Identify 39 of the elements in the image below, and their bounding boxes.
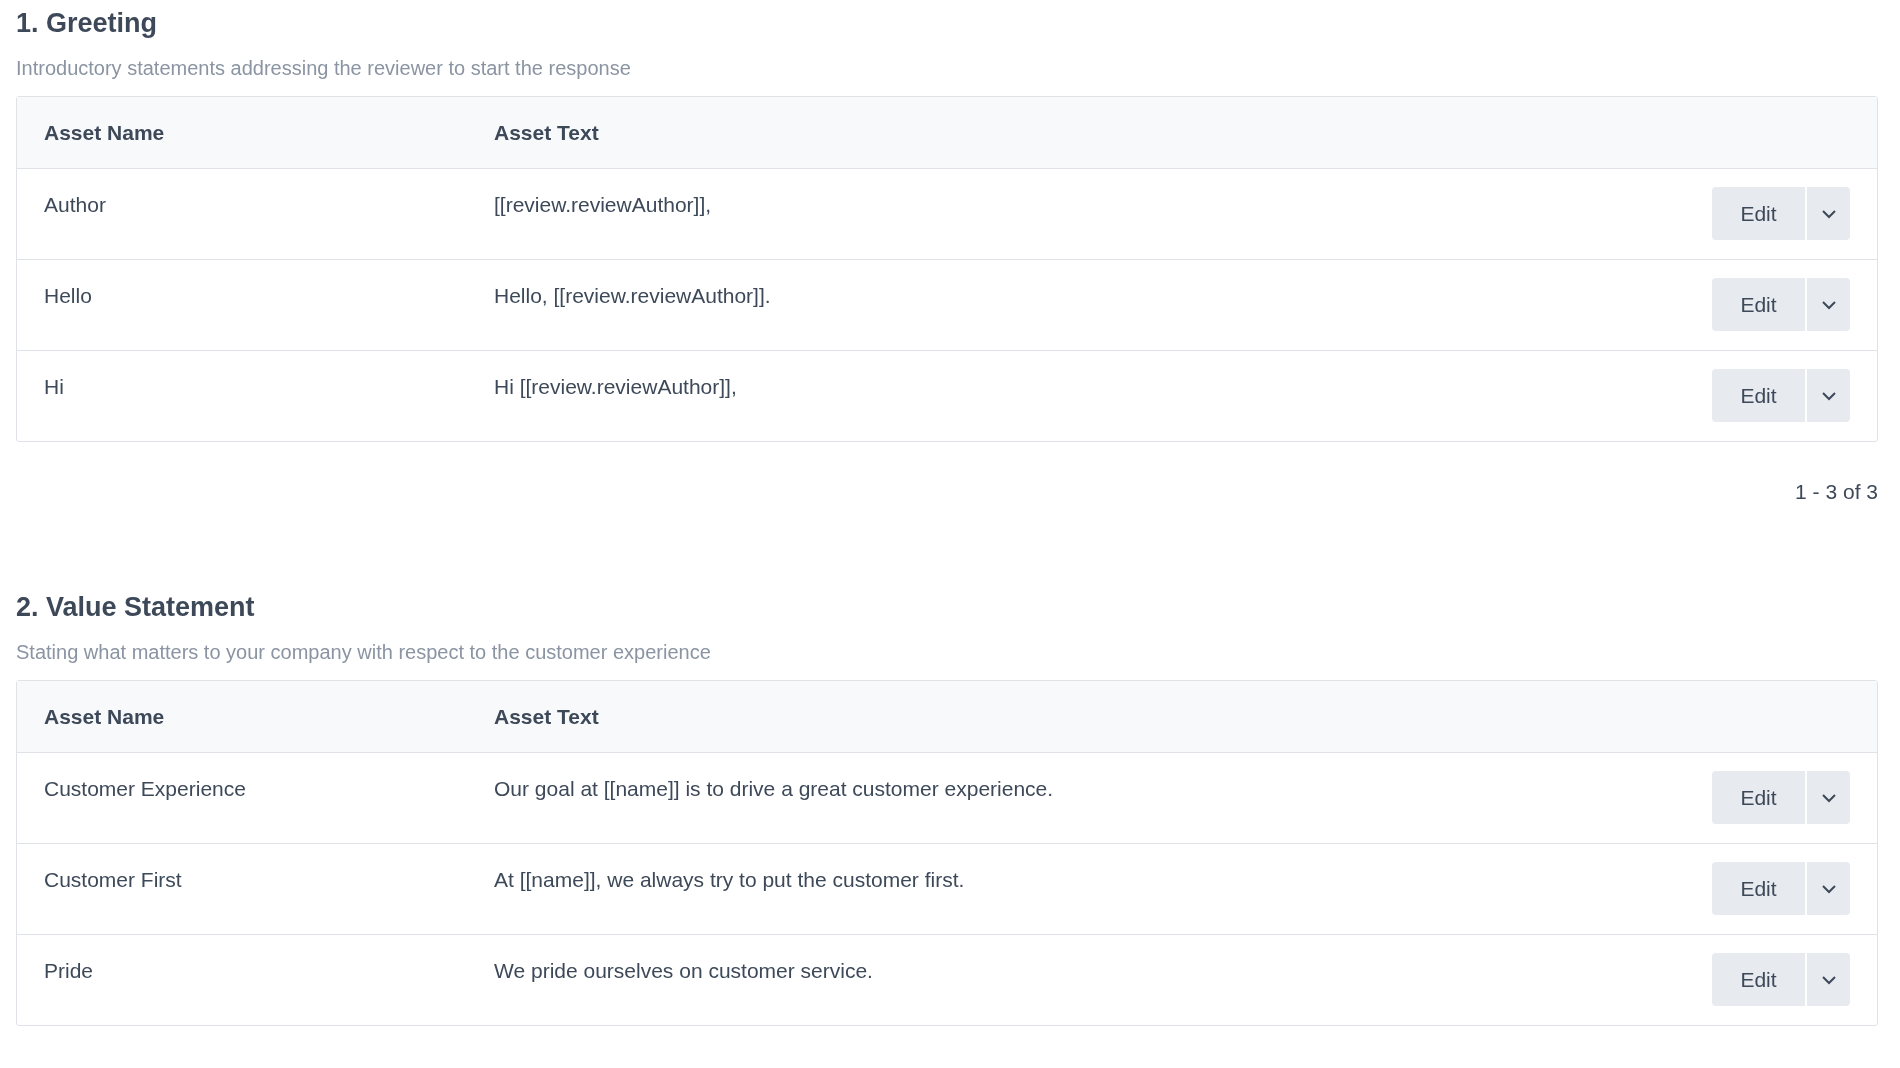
chevron-down-icon: [1820, 792, 1837, 803]
table-cell: Pride: [44, 959, 94, 983]
section-title: 1. Greeting: [16, 8, 158, 39]
section-description: Introductory statements addressing the reviewer to start the response: [16, 57, 631, 80]
table-cell: Hi [[review.reviewAuthor]],: [494, 375, 737, 399]
dropdown-button[interactable]: [1807, 953, 1850, 1006]
edit-button[interactable]: Edit: [1712, 771, 1805, 824]
chevron-down-icon: [1820, 883, 1837, 894]
dropdown-button[interactable]: [1807, 187, 1850, 240]
edit-button[interactable]: Edit: [1712, 187, 1805, 240]
table-cell: Customer First: [44, 868, 182, 892]
chevron-down-icon: [1820, 974, 1837, 985]
column-header: Asset Name: [44, 704, 165, 729]
table-cell: At [[name]], we always try to put the customer first.: [494, 868, 965, 892]
chevron-down-icon: [1820, 299, 1837, 310]
dropdown-button[interactable]: [1807, 771, 1850, 824]
column-header: Asset Name: [44, 120, 165, 145]
table-cell: We pride ourselves on customer service.: [494, 959, 873, 983]
edit-button[interactable]: Edit: [1712, 369, 1805, 422]
table-cell: Author: [44, 193, 106, 217]
edit-button[interactable]: Edit: [1712, 862, 1805, 915]
dropdown-button[interactable]: [1807, 862, 1850, 915]
chevron-down-icon: [1820, 208, 1837, 219]
chevron-down-icon: [1820, 390, 1837, 401]
dropdown-button[interactable]: [1807, 278, 1850, 331]
edit-button[interactable]: Edit: [1712, 278, 1805, 331]
dropdown-button[interactable]: [1807, 369, 1850, 422]
section-description: Stating what matters to your company with respect to the customer experience: [16, 641, 711, 664]
table-cell: Hi: [44, 375, 64, 399]
table-cell: Hello: [44, 284, 92, 308]
column-header: Asset Text: [494, 120, 599, 145]
table-cell: [[review.reviewAuthor]],: [494, 193, 712, 217]
table-cell: Hello, [[review.reviewAuthor]].: [494, 284, 771, 308]
table-cell: Customer Experience: [44, 777, 246, 801]
table-cell: Our goal at [[name]] is to drive a great customer experience.: [494, 777, 1054, 801]
pagination-info: 1 - 3 of 3: [1795, 480, 1878, 504]
column-header: Asset Text: [494, 704, 599, 729]
edit-button[interactable]: Edit: [1712, 953, 1805, 1006]
section-title: 2. Value Statement: [16, 592, 255, 623]
